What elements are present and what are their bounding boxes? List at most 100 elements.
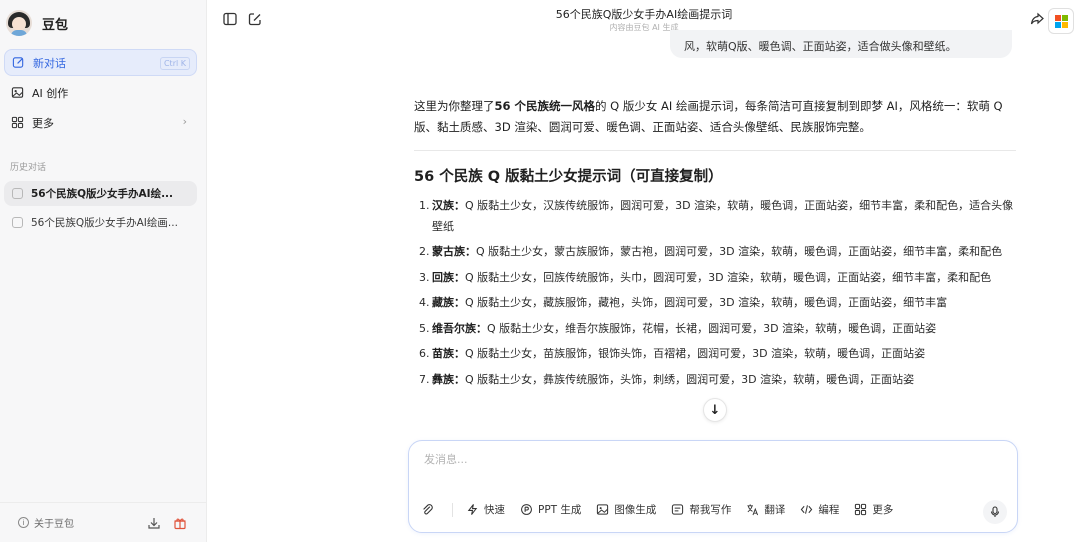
- tool-ppt-button[interactable]: PPT 生成: [520, 502, 581, 517]
- ethnic-name: 彝族：: [432, 372, 465, 386]
- arrow-down-icon: ↓: [709, 402, 721, 418]
- tool-label: 更多: [872, 504, 894, 516]
- ethnic-name: 苗族：: [432, 347, 465, 360]
- brand-name: 豆包: [42, 17, 69, 33]
- avatar: [6, 10, 32, 36]
- intro-bold: 56 个民族统一风格: [494, 99, 596, 113]
- prompt-text: Q 版黏土少女，维吾尔族服饰，花帽，长裙，圆润可爱，3D 渲染，软萌，暖色调，正…: [487, 321, 937, 335]
- sidebar: 豆包 新对话 Ctrl K AI 创作 更多 › 历史对话 56个民族Q版少女手…: [0, 0, 207, 542]
- image-icon: [597, 504, 609, 515]
- page-title: 56个民族Q版少女手办AI绘画提示词: [555, 8, 733, 21]
- history-item[interactable]: 56个民族Q版少女手办AI绘画...: [4, 210, 197, 235]
- gift-icon[interactable]: [173, 516, 187, 533]
- scroll-fade: [208, 395, 1080, 441]
- ethnic-name: 维吾尔族：: [432, 321, 487, 335]
- sidebar-item-label: AI 创作: [32, 86, 69, 100]
- tool-label: PPT 生成: [538, 504, 582, 516]
- prompt-text: Q 版黏土少女，汉族传统服饰，圆润可爱，3D 渲染，软萌，暖色调，正面站姿，细节…: [432, 199, 1014, 233]
- image-icon: [11, 86, 24, 99]
- history-item-title: 56个民族Q版少女手办AI绘画...: [31, 217, 178, 229]
- list-item: 7. 彝族：Q 版黏土少女，彝族传统服饰，头饰，刺绣，圆润可爱，3D 渲染，软萌，…: [414, 370, 1016, 391]
- prompt-text: Q 版黏土少女，苗族服饰，银饰头饰，百褶裙，圆润可爱，3D 渲染，软萌，暖色调，…: [465, 347, 926, 360]
- tool-quick-button[interactable]: 快速: [466, 502, 505, 517]
- prompt-text: Q 版黏土少女，彝族传统服饰，头饰，刺绣，圆润可爱，3D 渲染，软萌，暖色调，正…: [465, 372, 915, 386]
- list-item: 5. 维吾尔族：Q 版黏土少女，维吾尔族服饰，花帽，长裙，圆润可爱，3D 渲染，软…: [414, 319, 1016, 340]
- grid-icon: [855, 503, 867, 516]
- assistant-message: 这里为你整理了56 个民族统一风格的 Q 版少女 AI 绘画提示词，每条简洁可直…: [414, 96, 1016, 395]
- ethnic-name: 回族：: [432, 270, 465, 284]
- chevron-right-icon: ›: [182, 115, 187, 128]
- composer-toolbar: 快速 PPT 生成 图像生成 帮我写作 翻译 编程 更多: [421, 502, 908, 517]
- tool-code-button[interactable]: 编程: [800, 502, 839, 517]
- lightning-icon: [467, 504, 478, 515]
- tool-label: 帮我写作: [689, 504, 732, 516]
- info-icon: i: [18, 517, 29, 528]
- history-label: 历史对话: [10, 163, 47, 173]
- tool-more-button[interactable]: 更多: [854, 502, 893, 517]
- sidebar-item-more[interactable]: 更多 ›: [4, 109, 197, 136]
- chat-icon: [12, 188, 23, 199]
- ethnic-name: 蒙古族：: [432, 245, 476, 258]
- list-item: 3. 回族：Q 版黏土少女，回族传统服饰，头巾，圆润可爱，3D 渲染，软萌，暖色调…: [414, 268, 1016, 289]
- tool-label: 翻译: [764, 504, 786, 516]
- message-composer: 快速 PPT 生成 图像生成 帮我写作 翻译 编程: [408, 440, 1018, 533]
- list-number: 3.: [419, 270, 430, 284]
- list-number: 1.: [419, 199, 430, 212]
- tool-translate-button[interactable]: 翻译: [746, 502, 785, 517]
- list-number: 4.: [419, 296, 430, 309]
- windows-logo-icon[interactable]: [1048, 8, 1074, 34]
- tool-image-button[interactable]: 图像生成: [596, 502, 656, 517]
- user-message-bubble: 风，软萌Q版、暖色调、正面站姿，适合做头像和壁纸。: [670, 30, 1012, 58]
- history-item[interactable]: 56个民族Q版少女手办AI绘...: [4, 181, 197, 206]
- ethnic-name: 藏族：: [432, 296, 465, 309]
- list-number: 6.: [419, 347, 430, 360]
- chat-icon: [12, 217, 23, 228]
- prompt-list: 1. 汉族：Q 版黏土少女，汉族传统服饰，圆润可爱，3D 渲染，软萌，暖色调，正面…: [414, 196, 1016, 390]
- ethnic-name: 汉族：: [432, 199, 465, 212]
- list-number: 7.: [419, 372, 430, 386]
- brand[interactable]: 豆包: [6, 9, 68, 37]
- prompt-text: Q 版黏土少女，回族传统服饰，头巾，圆润可爱，3D 渲染，软萌，暖色调，正面站姿…: [465, 270, 992, 284]
- message-input[interactable]: [424, 453, 984, 466]
- shortcut-badge: Ctrl K: [159, 57, 190, 70]
- tool-label: 图像生成: [614, 504, 657, 516]
- list-number: 5.: [419, 321, 430, 335]
- grid-icon: [11, 116, 24, 129]
- tool-writing-button[interactable]: 帮我写作: [671, 502, 731, 517]
- section-heading: 56 个民族 Q 版黏土少女提示词（可直接复制）: [414, 169, 723, 185]
- list-number: 2.: [419, 245, 430, 258]
- list-item: 2. 蒙古族：Q 版黏土少女，蒙古族服饰，蒙古袍，圆润可爱，3D 渲染，软萌，暖色…: [414, 242, 1016, 263]
- prompt-text: Q 版黏土少女，藏族服饰，藏袍，头饰，圆润可爱，3D 渲染，软萌，暖色调，正面站…: [465, 296, 948, 309]
- microphone-icon: [990, 506, 1000, 517]
- attach-button[interactable]: [421, 503, 439, 516]
- tool-label: 编程: [818, 504, 840, 516]
- sidebar-item-ai-create[interactable]: AI 创作: [4, 79, 197, 106]
- sidebar-nav: 新对话 Ctrl K AI 创作 更多 ›: [4, 49, 197, 139]
- scroll-to-bottom-button[interactable]: ↓: [703, 398, 727, 422]
- intro-text: 这里为你整理了: [414, 99, 495, 113]
- about-link[interactable]: 关于豆包: [34, 515, 74, 530]
- tool-label: 快速: [484, 504, 505, 516]
- sidebar-footer: i 关于豆包: [0, 502, 207, 542]
- intro-paragraph: 这里为你整理了56 个民族统一风格的 Q 版少女 AI 绘画提示词，每条简洁可直…: [414, 96, 1016, 138]
- ppt-icon: [521, 504, 532, 515]
- list-item: 4. 藏族：Q 版黏土少女，藏族服饰，藏袍，头饰，圆润可爱，3D 渲染，软萌，暖色…: [414, 293, 1016, 314]
- sidebar-item-new-chat[interactable]: 新对话 Ctrl K: [4, 49, 197, 76]
- paperclip-icon: [423, 504, 433, 515]
- history-item-title: 56个民族Q版少女手办AI绘...: [31, 188, 174, 200]
- toolbar-divider: [452, 502, 453, 517]
- translate-icon: [747, 504, 759, 516]
- prompt-text: Q 版黏土少女，蒙古族服饰，蒙古袍，圆润可爱，3D 渲染，软萌，暖色调，正面站姿…: [476, 245, 1003, 258]
- download-icon[interactable]: [147, 516, 161, 533]
- list-item: 6. 苗族：Q 版黏土少女，苗族服饰，银饰头饰，百褶裙，圆润可爱，3D 渲染，软萌…: [414, 344, 1016, 365]
- list-item: 1. 汉族：Q 版黏土少女，汉族传统服饰，圆润可爱，3D 渲染，软萌，暖色调，正面…: [414, 196, 1016, 237]
- pen-icon: [672, 504, 684, 515]
- sidebar-item-label: 新对话: [33, 56, 66, 70]
- edit-icon: [12, 56, 25, 69]
- voice-input-button[interactable]: [983, 500, 1007, 524]
- sidebar-item-label: 更多: [32, 116, 54, 130]
- app-window: 豆包 新对话 Ctrl K AI 创作 更多 › 历史对话 56个民族Q版少女手…: [0, 0, 1080, 542]
- code-icon: [801, 505, 813, 514]
- divider: [414, 150, 1016, 151]
- share-icon[interactable]: [1029, 11, 1045, 27]
